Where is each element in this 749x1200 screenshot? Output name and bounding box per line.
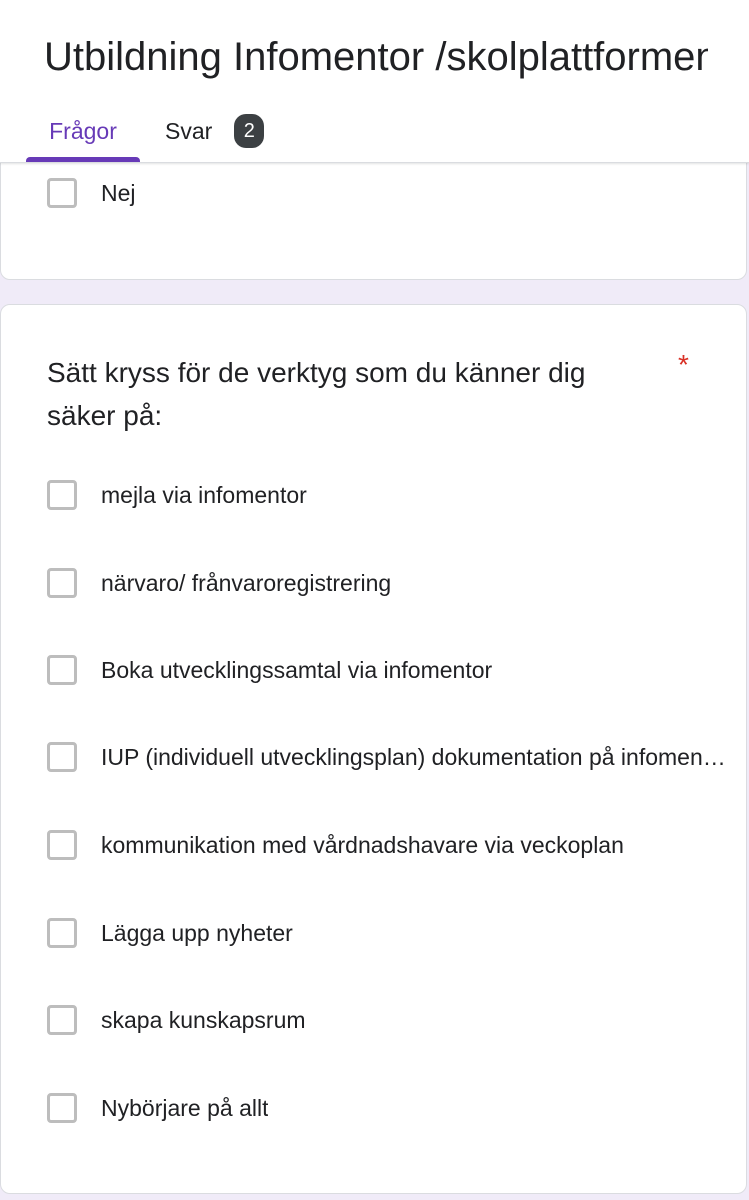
option-iup-dokumentation[interactable]: IUP (individuell utvecklingsplan) dokume…: [47, 739, 727, 775]
question-title: Sätt kryss för de verktyg som du känner …: [47, 357, 586, 431]
option-label: närvaro/ frånvaroregistrering: [101, 569, 392, 596]
tab-questions[interactable]: Frågor: [26, 100, 140, 162]
checkbox[interactable]: [47, 742, 77, 772]
checkbox[interactable]: [47, 655, 77, 685]
option-lagga-upp-nyheter[interactable]: Lägga upp nyheter: [47, 915, 293, 951]
checkbox[interactable]: [47, 830, 77, 860]
checkbox[interactable]: [47, 480, 77, 510]
option-kommunikation-vardnadshavare[interactable]: kommunikation med vårdnadshavare via vec…: [47, 827, 624, 863]
option-label: skapa kunskapsrum: [101, 1006, 306, 1033]
option-narvaro-franvaroregistrering[interactable]: närvaro/ frånvaroregistrering: [47, 565, 391, 601]
option-skapa-kunskapsrum[interactable]: skapa kunskapsrum: [47, 1002, 306, 1038]
option-label: IUP (individuell utvecklingsplan) dokume…: [101, 743, 727, 770]
required-asterisk: *: [678, 349, 689, 380]
checkbox[interactable]: [47, 918, 77, 948]
option-nej[interactable]: Nej: [47, 175, 136, 211]
option-label: Boka utvecklingssamtal via infomentor: [101, 656, 493, 683]
tab-questions-label: Frågor: [49, 117, 117, 144]
option-label: kommunikation med vårdnadshavare via vec…: [101, 831, 624, 858]
checkbox[interactable]: [47, 1093, 77, 1123]
checkbox[interactable]: [47, 568, 77, 598]
answers-count-badge: 2: [234, 114, 265, 148]
option-label: Nybörjare på allt: [101, 1094, 269, 1121]
option-nyborjare-pa-allt[interactable]: Nybörjare på allt: [47, 1090, 268, 1126]
option-label: mejla via infomentor: [101, 481, 307, 508]
option-boka-utvecklingssamtal[interactable]: Boka utvecklingssamtal via infomentor: [47, 652, 492, 688]
checkbox[interactable]: [47, 1005, 77, 1035]
option-label: Lägga upp nyheter: [101, 919, 293, 946]
active-tab-indicator: [26, 157, 140, 162]
option-mejla-via-infomentor[interactable]: mejla via infomentor: [47, 477, 307, 513]
form-title: Utbildning Infomentor /skolplattformen: [44, 35, 708, 79]
option-label: Nej: [101, 179, 136, 206]
tab-answers[interactable]: Svar 2: [165, 100, 265, 162]
app-header: Utbildning Infomentor /skolplattformen F…: [0, 0, 749, 163]
checkbox[interactable]: [47, 178, 77, 208]
question-card: Sätt kryss för de verktyg som du känner …: [0, 304, 747, 1194]
tab-answers-label: Svar: [165, 117, 213, 144]
